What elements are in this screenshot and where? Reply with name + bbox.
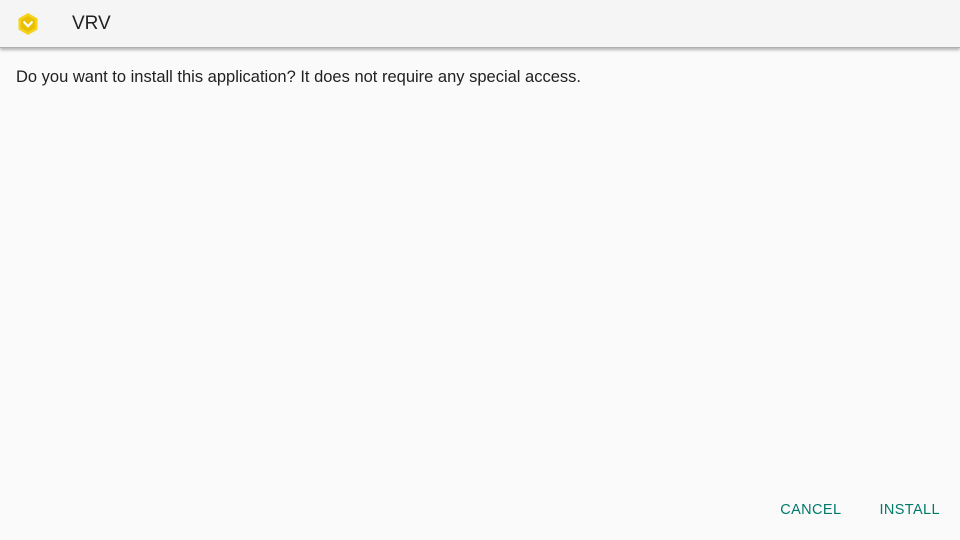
dialog-actions: CANCEL INSTALL <box>772 498 948 522</box>
install-dialog-screen: VRV Do you want to install this applicat… <box>0 0 960 540</box>
install-message: Do you want to install this application?… <box>16 68 581 86</box>
install-button[interactable]: INSTALL <box>871 498 948 522</box>
app-header: VRV <box>0 0 960 48</box>
cancel-button[interactable]: CANCEL <box>772 498 849 522</box>
vrv-app-icon <box>16 12 40 36</box>
app-title: VRV <box>72 13 111 34</box>
